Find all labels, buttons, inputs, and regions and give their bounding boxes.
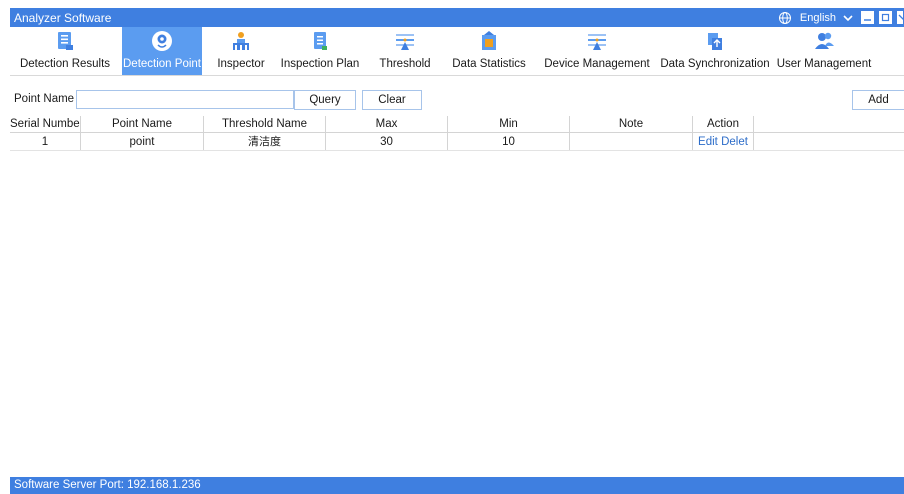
globe-icon[interactable] (778, 11, 792, 25)
add-button[interactable]: Add (852, 90, 904, 110)
statistics-icon (482, 31, 496, 50)
status-bar: Software Server Port: 192.168.1.236 (10, 477, 904, 494)
sync-icon (708, 33, 722, 50)
tab-device-management[interactable]: Device Management (540, 27, 654, 75)
threshold-name-cell: 清洁度 (204, 133, 326, 150)
chevron-down-icon[interactable] (842, 12, 854, 24)
column-header[interactable]: Threshold Name (204, 116, 326, 132)
column-header[interactable]: Action (693, 116, 754, 132)
note-cell (570, 133, 693, 150)
clear-button[interactable]: Clear (362, 90, 422, 110)
analyzer-app-window: Analyzer Software English Detection Resu… (10, 0, 904, 494)
column-header[interactable]: Min (448, 116, 570, 132)
tab-detection-point[interactable]: Detection Point (122, 27, 202, 75)
tab-detection-results[interactable]: Detection Results (10, 27, 120, 75)
window-title: Analyzer Software (14, 11, 112, 25)
action-cell: Edit Delet (693, 133, 754, 150)
max-cell: 30 (326, 133, 448, 150)
inspector-person-icon (233, 32, 249, 50)
tab-inspector[interactable]: Inspector (211, 27, 271, 75)
tab-label: User Management (776, 58, 872, 70)
tab-label: Inspection Plan (280, 58, 360, 70)
tab-label: Device Management (544, 58, 650, 70)
main-toolbar: Detection Results Detection Point Inspec… (10, 27, 904, 76)
threshold-icon (396, 34, 414, 50)
point-name-label: Point Name (14, 93, 75, 105)
tab-user-management[interactable]: User Management (776, 27, 872, 75)
location-pin-icon (152, 31, 172, 51)
search-bar: Point Name Query Clear Add (10, 90, 904, 110)
tab-data-synchronization[interactable]: Data Synchronization (658, 27, 772, 75)
tab-threshold[interactable]: Threshold (370, 27, 440, 75)
tab-label: Detection Point (123, 58, 201, 70)
title-bar: Analyzer Software English (10, 8, 904, 27)
maximize-button[interactable] (878, 10, 893, 25)
query-button[interactable]: Query (294, 90, 356, 110)
tab-inspection-plan[interactable]: Inspection Plan (278, 27, 362, 75)
tab-data-statistics[interactable]: Data Statistics (448, 27, 530, 75)
tab-label: Data Synchronization (660, 58, 770, 70)
column-header[interactable]: Note (570, 116, 693, 132)
tab-label: Data Statistics (452, 58, 526, 70)
table-row[interactable]: 1 point 清洁度 30 10 Edit Delet (10, 133, 904, 151)
language-select[interactable]: English (800, 12, 836, 24)
device-icon (588, 34, 606, 50)
plan-document-icon (314, 32, 327, 50)
report-icon (58, 32, 73, 50)
tab-label: Inspector (217, 58, 265, 70)
min-cell: 10 (448, 133, 570, 150)
tab-label: Threshold (379, 58, 431, 70)
point-name-cell: point (81, 133, 204, 150)
column-header[interactable]: Point Name (81, 116, 204, 132)
tab-label: Detection Results (19, 58, 111, 70)
serial-cell: 1 (10, 133, 81, 150)
users-icon (815, 32, 834, 49)
column-header[interactable]: Max (326, 116, 448, 132)
table-header: Serial Number Point Name Threshold Name … (10, 116, 904, 133)
edit-link[interactable]: Edit (698, 136, 718, 148)
close-button[interactable] (896, 10, 904, 25)
window-left-edge (0, 0, 10, 494)
column-header[interactable]: Serial Number (10, 116, 81, 132)
server-port-status: Software Server Port: 192.168.1.236 (14, 479, 201, 491)
minimize-button[interactable] (860, 10, 875, 25)
delete-link[interactable]: Delet (721, 136, 748, 148)
top-strip (10, 0, 904, 8)
title-bar-controls: English (778, 8, 904, 27)
point-name-input[interactable] (76, 90, 294, 109)
